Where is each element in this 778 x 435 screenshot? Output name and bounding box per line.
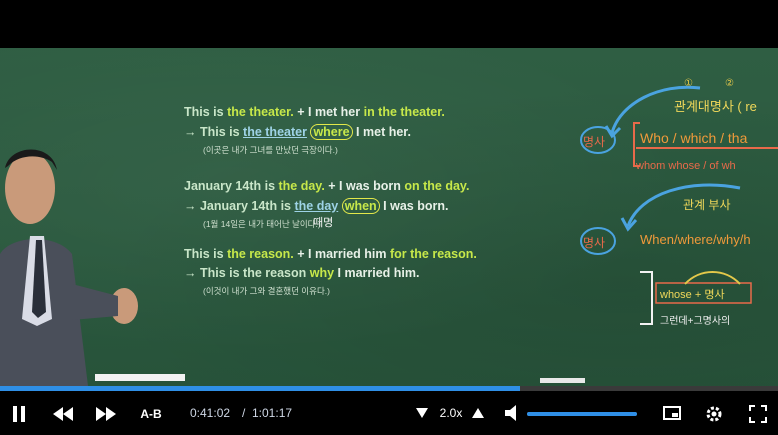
handwritten-whose: whose + 명사 (660, 289, 725, 301)
volume-level (527, 412, 637, 416)
handwritten-list-1b: whom whose / of wh (636, 160, 736, 172)
handwritten-list-2: When/where/why/h (640, 232, 751, 247)
number-2: ② (725, 78, 734, 89)
handwritten-list-1: Who / which / tha (640, 130, 748, 146)
volume-icon[interactable] (503, 404, 521, 422)
pause-icon[interactable] (8, 403, 30, 425)
handwritten-title-1: 관계대명사 ( re (674, 99, 757, 114)
fast-forward-icon[interactable] (95, 404, 117, 424)
handwritten-noun-2: 명사 (583, 236, 606, 250)
chalk-ledge (95, 374, 185, 381)
face (5, 152, 55, 224)
handwritten-whose-note: 그런데+그명사의 (660, 316, 731, 327)
video-frame[interactable]: This is the theater. + I met her in the … (0, 48, 778, 386)
fullscreen-icon[interactable] (747, 403, 769, 425)
arm (72, 284, 118, 320)
teacher-figure (0, 149, 138, 386)
player-controls: A-B 0:41:02 / 1:01:17 2.0x (0, 391, 778, 435)
time-separator: / (242, 406, 246, 420)
ab-repeat-button[interactable]: A-B (136, 404, 166, 424)
chalk-ledge (540, 378, 585, 383)
current-time: 0:41:02 (190, 406, 231, 420)
handwritten-noun-1: 명사 (583, 135, 606, 149)
number-1: ① (684, 78, 693, 89)
arc (684, 271, 741, 285)
duration: 1:01:17 (252, 406, 293, 420)
speed-label: 2.0x (439, 406, 463, 420)
speed-down-icon[interactable] (414, 406, 430, 420)
bracket (640, 271, 653, 325)
speed-up-icon[interactable] (470, 406, 486, 420)
letterbox-top (0, 0, 778, 48)
pip-icon[interactable] (661, 404, 683, 422)
settings-icon[interactable] (703, 403, 725, 425)
rewind-icon[interactable] (52, 404, 74, 424)
volume-slider[interactable] (527, 412, 637, 416)
handwritten-title-2: 관계 부사 (683, 198, 731, 212)
